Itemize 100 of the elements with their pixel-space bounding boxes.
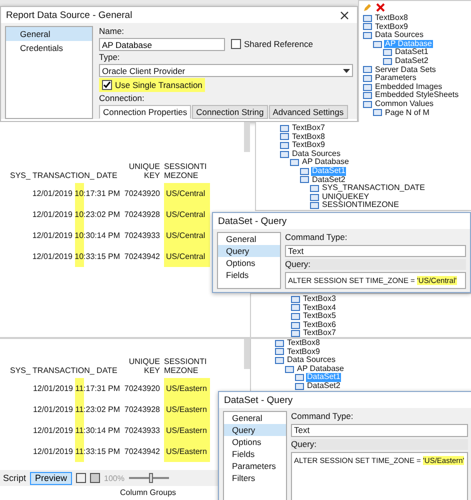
name-field[interactable]: AP Database [99, 38, 225, 51]
tree-item[interactable]: Parameters [374, 74, 418, 83]
tree-item[interactable]: UNIQUEKEY [321, 192, 370, 202]
nav-item[interactable]: Query [218, 245, 280, 257]
tree-item[interactable]: DataSet2 [394, 56, 430, 66]
window-title: DataSet - Query [224, 394, 293, 406]
table-cell: US/Central [164, 246, 210, 267]
nav-item[interactable]: General [224, 412, 286, 424]
tree-item[interactable]: AP Database [296, 364, 345, 374]
tree-item[interactable]: TextBox4 [302, 304, 337, 312]
table-cell-text: 70243942 [124, 446, 160, 458]
scrollbar[interactable] [244, 122, 250, 152]
tree-item[interactable]: TextBox3 [302, 295, 337, 304]
tree-item[interactable]: Page N of M [384, 108, 430, 118]
table-cell-text: 70243933 [124, 425, 160, 437]
tab[interactable]: Connection Properties [99, 105, 192, 119]
table-cell-text: 70243920 [124, 188, 160, 200]
window-title: Report Data Source - General [6, 10, 132, 20]
nav-item[interactable]: Fields [218, 269, 280, 281]
nav-item[interactable]: Options [218, 257, 280, 269]
tree-item[interactable]: TextBox7 [302, 329, 337, 338]
tree-item[interactable]: Data Sources [374, 31, 424, 40]
tree-item[interactable]: Server Data Sets [374, 66, 437, 74]
nav-item[interactable]: Query [224, 424, 286, 436]
tree-item[interactable]: TextBox9 [286, 348, 321, 356]
tab[interactable]: Advanced Settings [268, 105, 348, 119]
nav-item[interactable]: Filters [224, 472, 286, 484]
column-header: SYS_ TRANSACTION_ DATE [10, 171, 118, 180]
preview-button[interactable]: Preview [30, 472, 72, 484]
field-label: Type: [99, 52, 121, 63]
table-cell: 12/01/2019 10:33:15 PM [10, 246, 120, 267]
nav-item[interactable]: General [218, 233, 280, 245]
table-cell-text: 70243928 [124, 209, 160, 221]
caret-icon [343, 68, 350, 72]
script-tab[interactable]: Script [3, 473, 26, 483]
single-transaction-checkbox[interactable]: Use Single Transaction [99, 78, 206, 92]
table-cell: 12/01/2019 10:23:02 PM [10, 204, 120, 225]
checkmark-icon [103, 81, 111, 89]
field-label: Connection: [99, 93, 146, 104]
column-header: SESSIONTIMEZONE [164, 162, 208, 180]
column-header: UNIQUEKEY [128, 162, 160, 180]
table-cell: 12/01/2019 10:30:14 PM [10, 225, 120, 246]
table-cell: US/Central [164, 225, 210, 246]
tree-item[interactable]: Embedded Images [374, 82, 444, 92]
tree-item[interactable]: AP Database [301, 158, 350, 167]
table-cell: US/Eastern [164, 378, 210, 399]
layout-icon[interactable] [76, 473, 86, 483]
tree-item[interactable]: SESSIONTIMEZONE [321, 201, 400, 210]
tree-item[interactable]: TextBox8 [291, 132, 326, 142]
tree-item[interactable]: Common Values [374, 100, 435, 109]
table-cell: 12/01/2019 11:33:15 PM [10, 441, 120, 462]
table-cell-text: 70243920 [124, 383, 160, 395]
tree-item[interactable]: Embedded StyleSheets [374, 91, 460, 100]
nav-item[interactable]: Parameters [224, 460, 286, 472]
tree-item[interactable]: TextBox5 [302, 312, 337, 321]
tree-item[interactable]: TextBox8 [374, 14, 409, 23]
tree-item[interactable]: TextBox7 [291, 124, 326, 133]
nav-item[interactable]: Fields [224, 448, 286, 460]
table-cell: US/Central [164, 204, 210, 225]
tree-item[interactable]: DataSet1 [394, 48, 430, 57]
table-cell: US/Eastern [164, 399, 210, 420]
nav-item[interactable]: Options [224, 436, 286, 448]
command-type-field[interactable]: Text [285, 245, 466, 257]
column-groups-label: Column Groups [120, 488, 176, 498]
field-label: Query: [285, 259, 466, 270]
command-type-field[interactable]: Text [291, 424, 468, 437]
field-label: Command Type: [285, 232, 348, 243]
tree-item[interactable]: TextBox6 [302, 320, 337, 330]
nav-item[interactable]: General [6, 27, 92, 41]
layout-icon[interactable] [90, 473, 100, 483]
tree-item[interactable]: TextBox9 [291, 141, 326, 150]
column-header: SYS_ TRANSACTION_ DATE [10, 366, 118, 375]
table-cell-text: 70243942 [124, 251, 160, 263]
tree-item[interactable]: TextBox8 [286, 339, 321, 348]
tree-item[interactable]: Data Sources [291, 150, 342, 158]
window-title: DataSet - Query [218, 216, 287, 226]
tree-item[interactable]: Data Sources [286, 356, 336, 365]
table-cell: 12/01/2019 11:30:14 PM [10, 420, 120, 441]
tree-item[interactable]: SYS_TRANSACTION_DATE [321, 184, 426, 193]
close-icon[interactable] [340, 10, 349, 20]
delete-icon[interactable] [376, 3, 385, 12]
tree-item[interactable]: DataSet2 [306, 382, 342, 391]
table-cell: US/Eastern [164, 441, 210, 462]
column-header: SESSIONTIMEZONE [164, 357, 208, 375]
type-dropdown[interactable]: Oracle Client Provider [99, 64, 353, 77]
field-label: Name: [99, 26, 126, 37]
nav-item[interactable]: Credentials [6, 41, 92, 55]
scrollbar[interactable] [244, 339, 250, 369]
zoom-level: 100% [104, 474, 124, 482]
tree-item[interactable]: DataSet2 [311, 176, 346, 184]
field-label: Query: [291, 439, 468, 450]
table-cell-text: 70243928 [124, 404, 160, 416]
table-cell: 12/01/2019 11:17:31 PM [10, 378, 120, 399]
table-cell-text: 70243933 [124, 230, 160, 242]
tab[interactable]: Connection String [192, 105, 268, 119]
shared-reference-checkbox[interactable]: Shared Reference [231, 38, 313, 50]
tree-item[interactable]: TextBox9 [374, 22, 409, 32]
table-cell: 12/01/2019 10:17:31 PM [10, 183, 120, 204]
table-cell: US/Central [164, 183, 210, 204]
table-cell: 12/01/2019 11:23:02 PM [10, 399, 120, 420]
